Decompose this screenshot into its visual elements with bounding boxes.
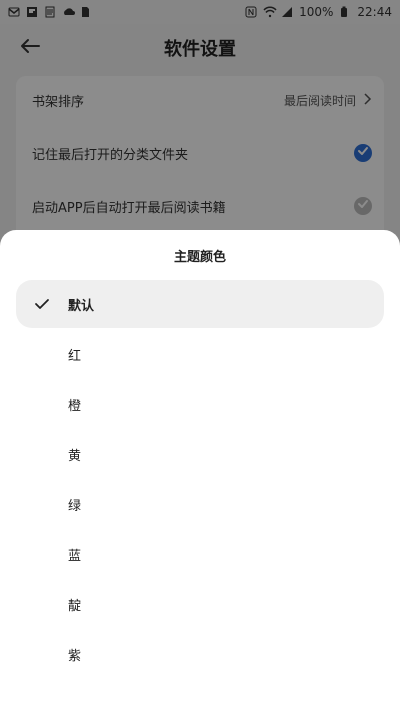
theme-option-label: 黄: [68, 448, 82, 464]
theme-option-label: 默认: [68, 298, 95, 314]
theme-option-red[interactable]: 红: [16, 330, 384, 378]
theme-option-label: 紫: [68, 648, 82, 664]
theme-option-label: 绿: [68, 498, 82, 514]
check-placeholder: [34, 596, 50, 612]
sheet-title: 主题颜色: [173, 250, 226, 265]
theme-option-label: 橙: [68, 398, 82, 414]
theme-option-yellow[interactable]: 黄: [16, 430, 384, 478]
check-placeholder: [34, 546, 50, 562]
check-placeholder: [34, 446, 50, 462]
theme-option-label: 靛: [68, 598, 82, 614]
theme-option-label: 红: [68, 348, 82, 364]
theme-option-purple[interactable]: 紫: [16, 630, 384, 678]
check-placeholder: [34, 496, 50, 512]
check-icon: [34, 296, 50, 312]
theme-option-indigo[interactable]: 靛: [16, 580, 384, 628]
app-screen: 100% 22:44 软件设置 书架排序 最后阅读时间 记住最后打开的分类文件夹…: [0, 0, 400, 711]
theme-option-orange[interactable]: 橙: [16, 380, 384, 428]
theme-option-label: 蓝: [68, 548, 82, 564]
theme-option-green[interactable]: 绿: [16, 480, 384, 528]
check-placeholder: [34, 646, 50, 662]
check-placeholder: [34, 396, 50, 412]
theme-option-default[interactable]: 默认: [16, 280, 384, 328]
theme-color-sheet: 主题颜色 默认 红 橙 黄 绿 蓝 靛 紫: [0, 230, 400, 711]
check-placeholder: [34, 346, 50, 362]
theme-option-blue[interactable]: 蓝: [16, 530, 384, 578]
